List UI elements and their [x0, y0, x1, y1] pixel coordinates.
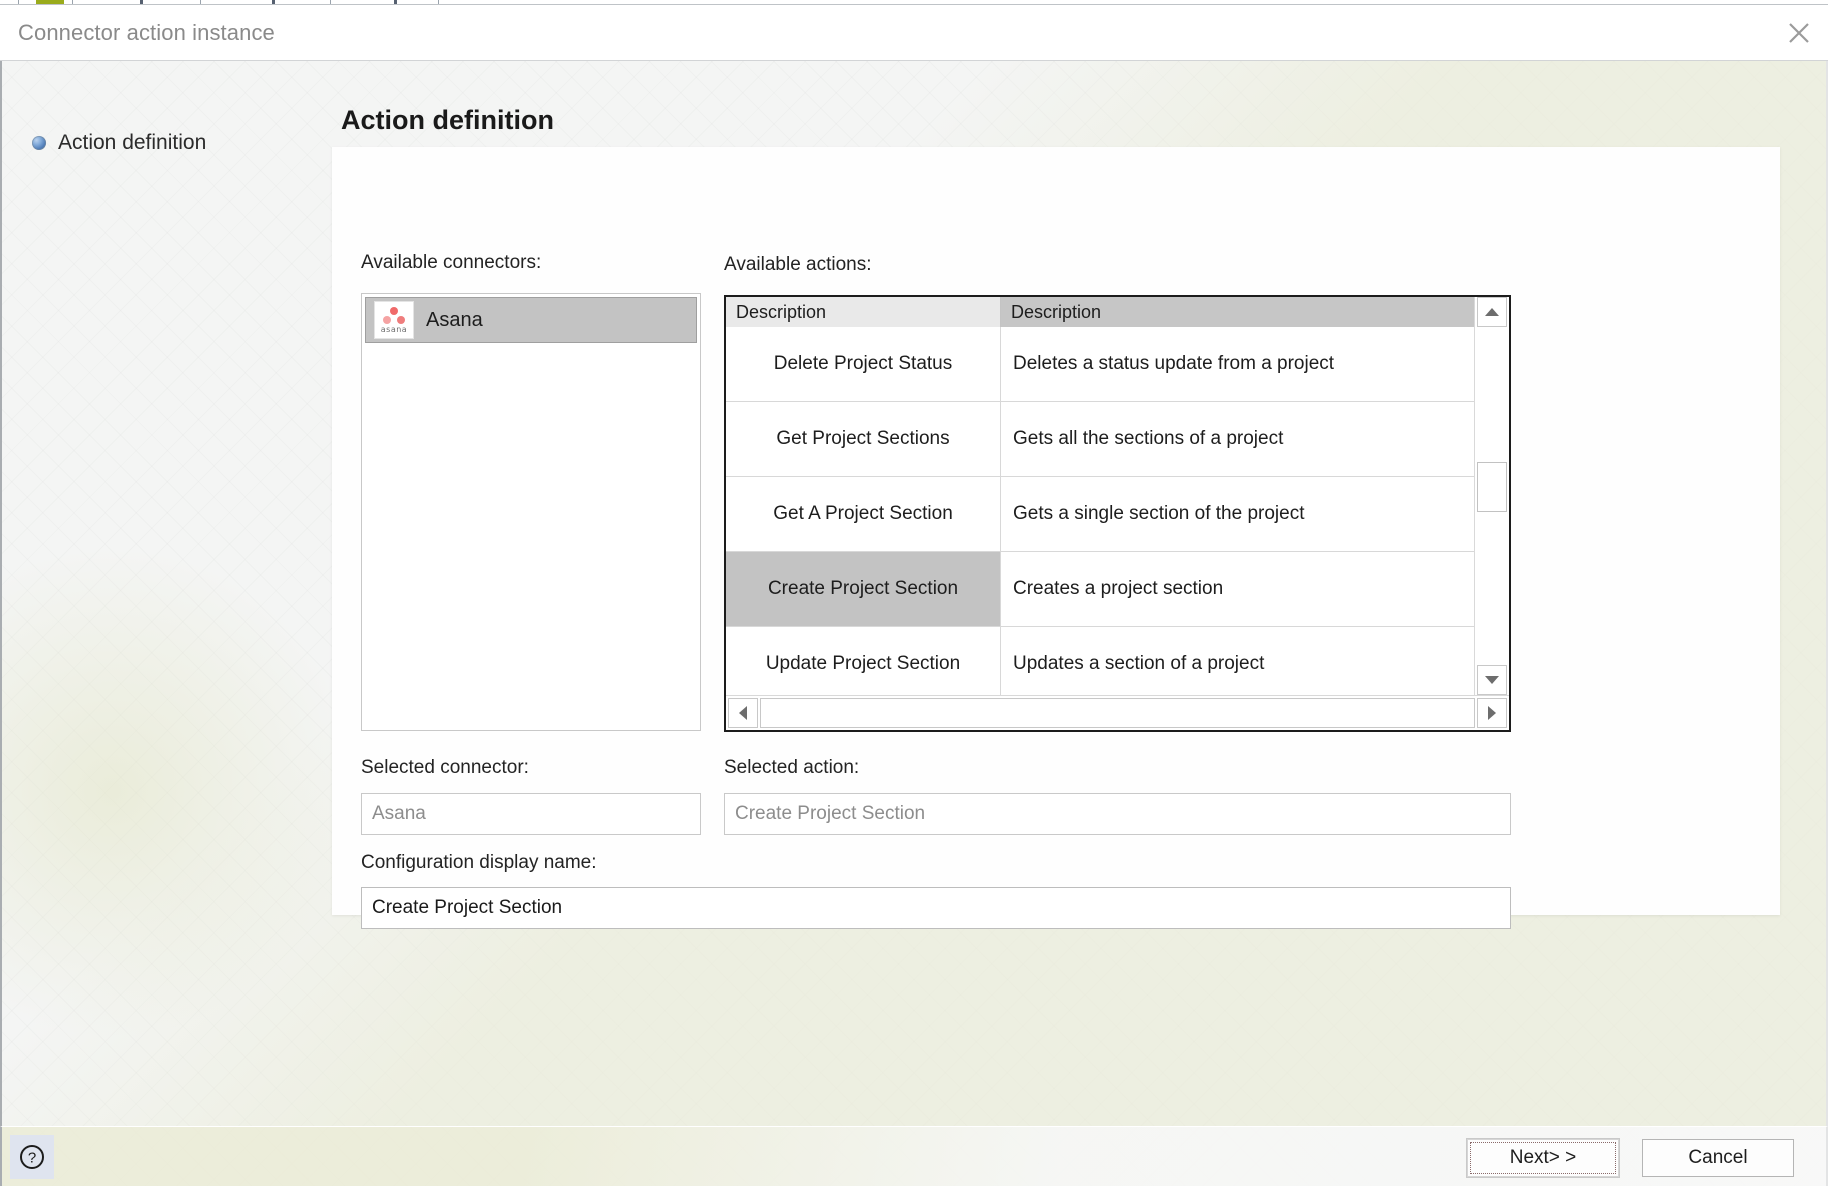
action-description: Updates a section of a project: [1013, 653, 1265, 674]
help-icon[interactable]: ?: [10, 1135, 54, 1179]
available-connectors-list[interactable]: asana Asana: [361, 293, 701, 731]
close-icon[interactable]: [1770, 5, 1828, 61]
sphere-bullet-icon: [32, 136, 46, 150]
dialog-body: Action definition Action definition Avai…: [0, 61, 1828, 1126]
dialog-titlebar: Connector action instance: [0, 5, 1828, 61]
triangle-right-icon[interactable]: [1477, 698, 1507, 728]
column-header-description[interactable]: Description: [1001, 297, 1474, 327]
table-row[interactable]: Get A Project Section Gets a single sect…: [726, 477, 1474, 552]
dialog-footer: ? Next> > Cancel: [0, 1126, 1828, 1186]
available-actions-grid[interactable]: Description Description Delete Project S…: [724, 295, 1511, 732]
triangle-left-icon[interactable]: [728, 698, 758, 728]
column-header-name[interactable]: Description: [726, 297, 1001, 327]
action-description: Creates a project section: [1013, 578, 1224, 599]
action-name: Delete Project Status: [726, 327, 1001, 401]
connector-action-instance-dialog: Connector action instance Action definit…: [0, 0, 1828, 1186]
svg-text:?: ?: [28, 1150, 36, 1167]
vertical-scrollbar-thumb[interactable]: [1477, 462, 1507, 512]
action-name: Get Project Sections: [726, 402, 1001, 476]
configuration-display-name-input[interactable]: Create Project Section: [361, 887, 1511, 929]
action-description: Gets a single section of the project: [1013, 503, 1305, 524]
action-description: Gets all the sections of a project: [1013, 428, 1284, 449]
configuration-display-name-label: Configuration display name:: [361, 852, 597, 873]
list-item-connector-asana[interactable]: asana Asana: [365, 297, 697, 343]
triangle-up-icon[interactable]: [1477, 297, 1507, 327]
table-row[interactable]: Get Project Sections Gets all the sectio…: [726, 402, 1474, 477]
connector-name: Asana: [426, 308, 483, 331]
content-card: Available connectors: Available actions:…: [332, 147, 1780, 929]
grid-header-row: Description Description: [726, 297, 1474, 327]
wizard-step-nav: Action definition: [2, 61, 342, 161]
available-connectors-label: Available connectors:: [361, 252, 542, 273]
next-button[interactable]: Next> >: [1467, 1139, 1619, 1177]
selected-action-field[interactable]: Create Project Section: [724, 793, 1511, 835]
available-actions-label: Available actions:: [724, 254, 872, 275]
sidebar-item-label: Action definition: [58, 131, 207, 154]
action-description: Deletes a status update from a project: [1013, 353, 1335, 374]
horizontal-scrollbar[interactable]: [726, 695, 1509, 730]
horizontal-scrollbar-thumb[interactable]: [760, 698, 1475, 728]
cancel-button[interactable]: Cancel: [1642, 1139, 1794, 1177]
dialog-title: Connector action instance: [18, 19, 275, 45]
action-name: Get A Project Section: [726, 477, 1001, 551]
action-name: Update Project Section: [726, 627, 1001, 695]
sidebar-item-action-definition[interactable]: Action definition: [2, 125, 342, 161]
table-row[interactable]: Update Project Section Updates a section…: [726, 627, 1474, 695]
asana-wordmark: asana: [380, 324, 408, 334]
horizontal-scrollbar-track[interactable]: [760, 698, 1475, 728]
grid-rows: Delete Project Status Deletes a status u…: [726, 327, 1474, 695]
triangle-down-icon[interactable]: [1477, 665, 1507, 695]
table-row-selected[interactable]: Create Project Section Creates a project…: [726, 552, 1474, 627]
table-row[interactable]: Delete Project Status Deletes a status u…: [726, 327, 1474, 402]
selected-connector-field[interactable]: Asana: [361, 793, 701, 835]
asana-logo-icon: asana: [374, 301, 414, 339]
selected-action-label: Selected action:: [724, 757, 860, 778]
action-name: Create Project Section: [726, 552, 1001, 626]
vertical-scrollbar[interactable]: [1474, 297, 1509, 695]
page-title: Action definition: [341, 105, 554, 135]
selected-connector-label: Selected connector:: [361, 757, 529, 778]
